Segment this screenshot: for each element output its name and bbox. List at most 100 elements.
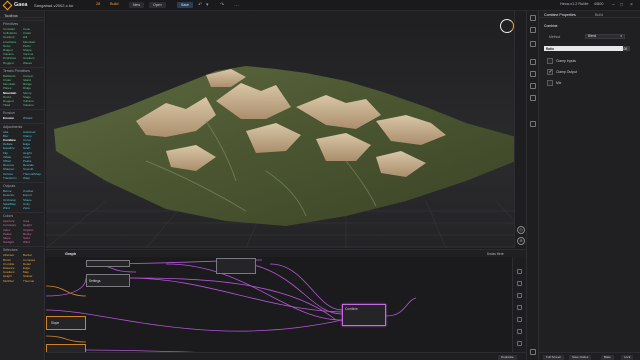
title-bar: Gaea Sangabad-v2002-c.tor 28 Build New O… (0, 0, 640, 11)
toolbox-node-item[interactable]: Erosion (3, 116, 21, 120)
toolbox-section-header[interactable]: Colors (0, 212, 44, 219)
version-label: Hexa-v1.2 RuMe (560, 2, 589, 6)
graph-toolbar (512, 257, 526, 360)
toolbox-panel: Toolbox Primitives Constant Cone Cellulariz… (0, 11, 45, 360)
toolbox-node-item[interactable]: MultiSel (3, 279, 21, 283)
toolbox-node-item[interactable]: Volcano (23, 103, 41, 107)
properties-footer: Full Screen Save Nodes Bake Lock (539, 352, 640, 360)
toolbox-section-header[interactable]: Adjustments (0, 122, 44, 130)
user-label[interactable]: 4/800 (594, 2, 604, 6)
focus-icon[interactable]: ◎ (517, 226, 525, 234)
zoom-extents-icon[interactable]: ⊕ (517, 237, 525, 245)
ratio-label: Ratio (546, 46, 554, 51)
maximize-icon[interactable]: □ (620, 2, 623, 8)
method-value: Blend (588, 34, 597, 38)
graph-node[interactable] (86, 260, 130, 267)
tab-build[interactable]: Build (595, 13, 603, 17)
toolbox-section-header[interactable]: Terrain Primitives (0, 66, 44, 74)
ratio-value[interactable]: 1.00 (621, 47, 627, 51)
render-settings-icon[interactable] (530, 59, 536, 65)
toolbox-section-header[interactable]: Outputs (0, 182, 44, 189)
zoom-tool-icon[interactable] (517, 293, 522, 298)
toolbox-node-grid: Constant Cone Cellularize Crater Gradient Hil… (0, 27, 44, 65)
toolbox-node-item[interactable]: Transform (3, 176, 21, 180)
link-tool-icon[interactable] (517, 329, 522, 334)
undo-icon[interactable]: ↶ (198, 2, 202, 8)
toolbox-title: Toolbox (0, 11, 44, 18)
pin-icon[interactable] (530, 15, 536, 21)
toolbox-node-item[interactable]: Thermal (23, 279, 41, 283)
checkbox[interactable] (547, 80, 553, 86)
checkbox[interactable] (547, 58, 553, 64)
toolbox-sections: Primitives Constant Cone Cellularize Crater G… (0, 20, 44, 283)
side-toolstrip (526, 11, 538, 360)
graph-node-combine[interactable]: Combine (342, 304, 386, 326)
toolbox-node-item[interactable]: Wizard (23, 116, 41, 120)
chevron-down-icon: ▾ (620, 33, 622, 38)
save-nodes-button[interactable]: Save Nodes (569, 354, 592, 360)
pan-tool-icon[interactable] (517, 281, 522, 286)
toolbox-node-grid: Biome Cracker Detector Export Occlusion Shape… (0, 189, 44, 210)
lock-button[interactable]: Lock (621, 354, 634, 360)
checkbox[interactable] (547, 69, 553, 75)
checkbox-label: Clamp Inputs (556, 59, 576, 63)
select-tool-icon[interactable] (517, 269, 522, 274)
toolbox-node-item[interactable]: Wind (23, 240, 41, 244)
3d-viewport[interactable]: ◎ ⊕ (46, 11, 526, 248)
menu-item-28[interactable]: 28 (96, 2, 100, 6)
graph-footer: Duplicate (46, 352, 526, 360)
graph-node-settings[interactable]: Settings (86, 274, 130, 287)
toolbox-node-item[interactable]: Tilted (3, 103, 21, 107)
camera-icon[interactable] (530, 41, 536, 47)
more-icon[interactable]: … (234, 2, 239, 8)
toolbox-node-item[interactable]: Wind (3, 206, 21, 210)
save-button[interactable]: Save (177, 2, 193, 8)
toolbox-section-header[interactable]: Primitives (0, 20, 44, 27)
export-icon[interactable] (530, 121, 536, 127)
ratio-slider-fill (544, 46, 624, 51)
redo-icon[interactable]: ↷ (220, 2, 224, 8)
toolbox-node-grid: Aba Autolevel Blur Clamp Combine Curve Deflate… (0, 130, 44, 180)
bake-button[interactable]: Bake (601, 354, 614, 360)
checkbox-label: Clamp Output (556, 70, 577, 74)
toolbox-node-item[interactable]: Sunlight (3, 240, 21, 244)
properties-panel: Combine Properties Build Combine Method … (538, 11, 640, 360)
material-icon[interactable] (530, 95, 536, 101)
new-button[interactable]: New (129, 2, 145, 8)
frame-tool-icon[interactable] (517, 305, 522, 310)
lighting-icon[interactable] (530, 71, 536, 77)
graph-panel[interactable]: Graph Docks Here Settings Combine Slope (46, 249, 526, 360)
toolbox-node-item[interactable]: Rugged (3, 61, 21, 65)
checkbox-label: Mix (556, 81, 562, 85)
toolbox-node-item[interactable]: Zone (23, 206, 41, 210)
toolbox-node-grid: Abstract Border Brush Compare Crumble Detail D… (0, 253, 44, 282)
viewport-toolbar: ◎ ⊕ (514, 11, 526, 248)
toolbox-node-item[interactable]: Warp (23, 176, 41, 180)
terrain-render (46, 66, 514, 248)
graph-node-slope[interactable]: Slope (46, 316, 86, 330)
wireframe-icon[interactable] (530, 349, 536, 355)
note-tool-icon[interactable] (517, 341, 522, 346)
grid-icon[interactable] (530, 83, 536, 89)
duplicate-button[interactable]: Duplicate (498, 354, 517, 360)
node-name: Combine (544, 24, 558, 28)
tab-properties[interactable]: Combine Properties (544, 13, 576, 17)
ratio-slider[interactable]: Ratio (544, 46, 630, 51)
open-button[interactable]: Open (149, 2, 166, 8)
undo-menu-chevron-icon[interactable]: ▾ (206, 2, 209, 8)
toolbox-node-item[interactable]: Waves (23, 61, 41, 65)
method-select[interactable]: Blend ▾ (585, 34, 625, 39)
minimize-icon[interactable]: – (612, 2, 615, 8)
app-name: Gaea (14, 2, 28, 8)
menu-build[interactable]: Build (110, 2, 118, 6)
full-screen-button[interactable]: Full Screen (543, 354, 565, 360)
graph-node[interactable] (216, 258, 256, 274)
toolbox-node-grid: Aperture Area Curvature Height Index Organic P… (0, 219, 44, 244)
toolbox-node-grid: Erosion Wizard (0, 116, 44, 120)
group-tool-icon[interactable] (517, 317, 522, 322)
close-icon[interactable]: × (630, 2, 633, 8)
method-label: Method (549, 35, 561, 39)
layers-icon[interactable] (530, 27, 536, 33)
toolbox-section-header[interactable]: Selectors (0, 246, 44, 253)
toolbox-section-header[interactable]: Erosion (0, 109, 44, 116)
